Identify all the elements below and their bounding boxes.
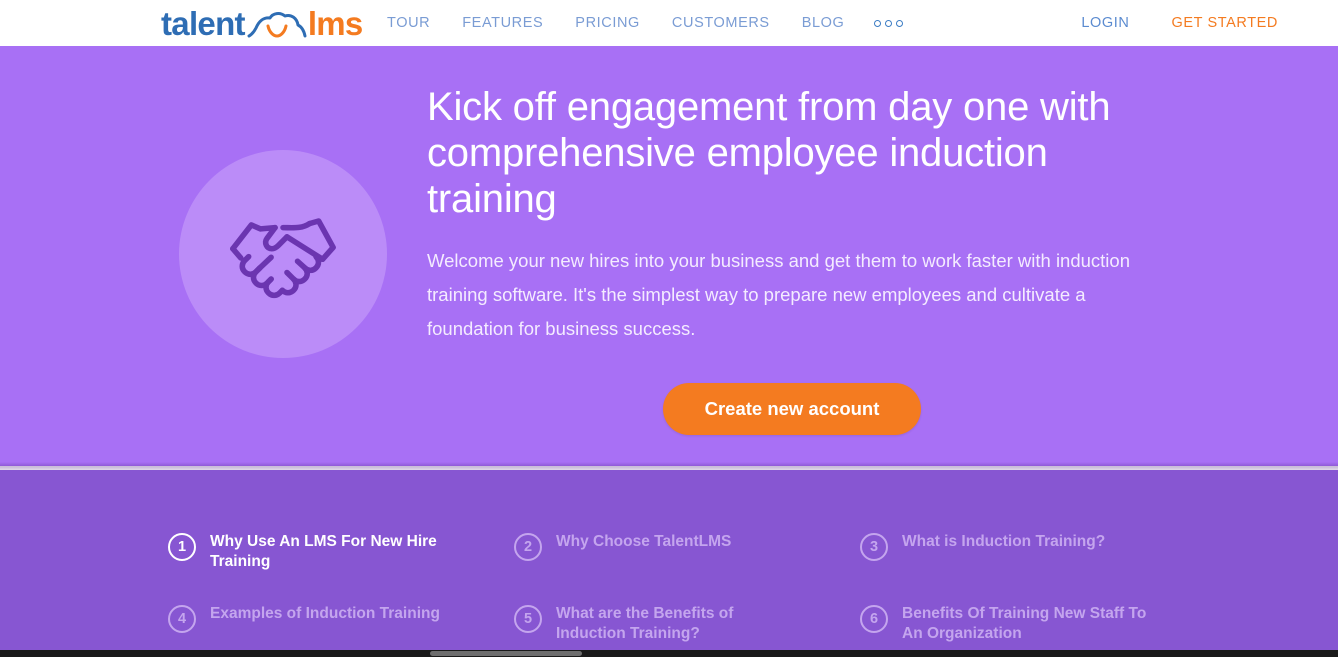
top-navbar: talent lms TOUR FEATURES PRICING CUSTOME… (0, 0, 1338, 46)
page-title: Kick off engagement from day one with co… (427, 85, 1111, 221)
nav-item-customers[interactable]: CUSTOMERS (656, 0, 786, 46)
nav-item-pricing[interactable]: PRICING (559, 0, 656, 46)
toc-item-3[interactable]: 3 What is Induction Training? (860, 532, 1178, 604)
cloud-smile-icon (247, 10, 307, 40)
toc-item-label: What are the Benefits of Induction Train… (556, 605, 734, 642)
toc-grid: 1 Why Use An LMS For New Hire Training 2… (168, 532, 1178, 657)
create-new-account-button[interactable]: Create new account (662, 383, 922, 436)
toc-item-label: Examples of Induction Training (210, 605, 440, 622)
toc-number-badge: 1 (168, 533, 196, 561)
nav-item-tour[interactable]: TOUR (387, 0, 446, 46)
cta-container: Create new account (427, 383, 1157, 436)
page-root: talent lms TOUR FEATURES PRICING CUSTOME… (0, 0, 1338, 657)
horizontal-scrollbar[interactable] (0, 650, 1338, 657)
site-logo[interactable]: talent lms (161, 4, 363, 42)
section-divider (0, 462, 1338, 470)
three-dots-icon[interactable] (860, 0, 917, 46)
toc-item-label: What is Induction Training? (902, 533, 1106, 550)
account-navigation: LOGIN GET STARTED (1061, 0, 1338, 46)
hero-subtitle: Welcome your new hires into your busines… (427, 250, 1130, 339)
toc-number-badge: 4 (168, 605, 196, 633)
get-started-link[interactable]: GET STARTED (1149, 0, 1338, 46)
handshake-icon (217, 188, 349, 320)
toc-item-1[interactable]: 1 Why Use An LMS For New Hire Training (168, 532, 514, 604)
toc-item-label: Why Use An LMS For New Hire Training (210, 533, 437, 570)
logo-text-lms: lms (307, 4, 363, 42)
nav-item-blog[interactable]: BLOG (786, 0, 861, 46)
table-of-contents-section: 1 Why Use An LMS For New Hire Training 2… (0, 470, 1338, 657)
dot-1 (874, 19, 882, 27)
scrollbar-thumb[interactable] (430, 651, 582, 656)
toc-number-badge: 6 (860, 605, 888, 633)
hero-icon-circle (179, 150, 387, 358)
hero-copy: Kick off engagement from day one with co… (427, 84, 1157, 346)
toc-number-badge: 3 (860, 533, 888, 561)
toc-number-badge: 5 (514, 605, 542, 633)
hero-section: Kick off engagement from day one with co… (0, 46, 1338, 466)
login-link[interactable]: LOGIN (1061, 0, 1149, 46)
logo-text-talent: talent (161, 4, 246, 42)
toc-number-badge: 2 (514, 533, 542, 561)
dot-3 (896, 19, 904, 27)
toc-item-label: Benefits Of Training New Staff To An Org… (902, 605, 1147, 642)
dot-2 (885, 19, 893, 27)
main-navigation: TOUR FEATURES PRICING CUSTOMERS BLOG (387, 0, 917, 46)
toc-item-2[interactable]: 2 Why Choose TalentLMS (514, 532, 860, 604)
toc-item-label: Why Choose TalentLMS (556, 533, 732, 550)
nav-item-features[interactable]: FEATURES (446, 0, 559, 46)
